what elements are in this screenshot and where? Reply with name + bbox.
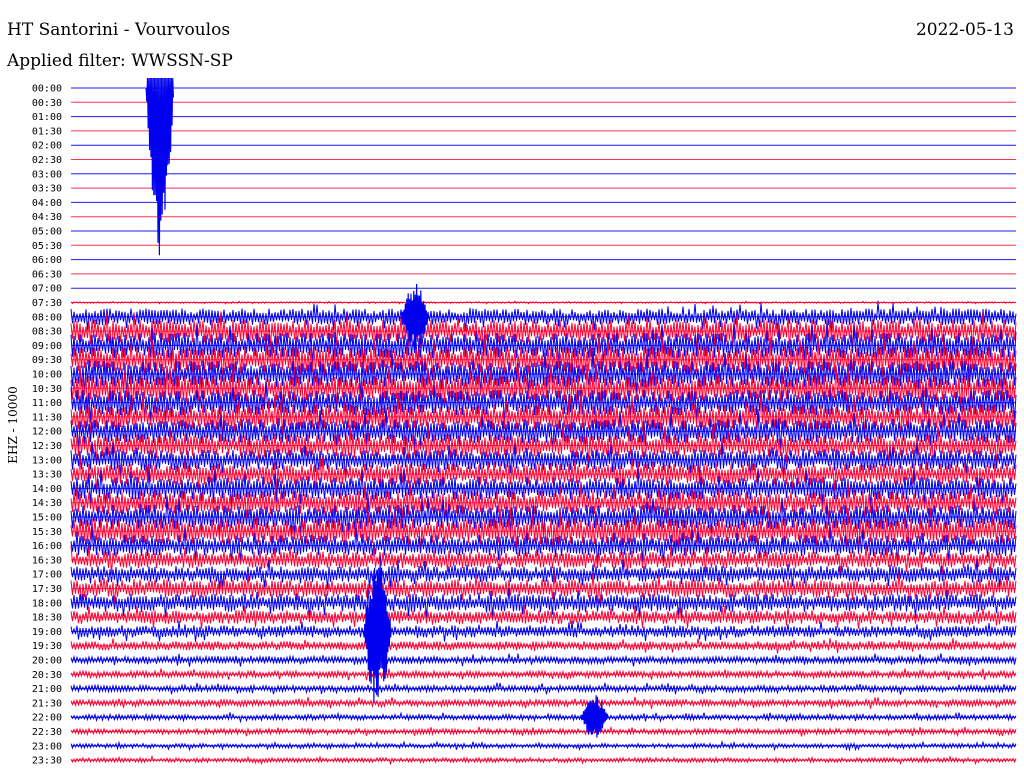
time-tick-labels: 00:00 00:30 01:00 01:30 02:00 02:30 03:00 03:30… [32,84,62,767]
tick-label: 03:00 [32,169,62,180]
tick-label: 20:00 [32,656,62,667]
tick-label: 00:30 [32,98,62,109]
tick-label: 13:00 [32,455,62,466]
tick-label: 14:00 [32,484,62,495]
tick-label: 08:00 [32,312,62,323]
tick-label: 22:00 [32,713,62,724]
tick-label: 09:00 [32,341,62,352]
tick-label: 20:30 [32,670,62,681]
tick-label: 15:30 [32,527,62,538]
tick-label: 16:00 [32,541,62,552]
tick-label: 08:30 [32,327,62,338]
tick-label: 22:30 [32,727,62,738]
tick-label: 14:30 [32,498,62,509]
tick-label: 12:30 [32,441,62,452]
tick-label: 06:30 [32,269,62,280]
tick-label: 11:00 [32,398,62,409]
tick-label: 10:30 [32,384,62,395]
tick-label: 09:30 [32,355,62,366]
tick-label: 23:00 [32,741,62,752]
seismic-event [362,556,392,703]
tick-label: 15:00 [32,513,62,524]
tick-label: 02:00 [32,141,62,152]
tick-label: 17:00 [32,570,62,581]
tick-label: 18:30 [32,613,62,624]
tick-label: 07:00 [32,284,62,295]
tick-label: 05:00 [32,227,62,238]
tick-label: 06:00 [32,255,62,266]
tick-label: 12:00 [32,427,62,438]
seismic-event [145,77,174,256]
tick-label: 17:30 [32,584,62,595]
seismic-trace [70,300,1017,305]
tick-label: 16:30 [32,555,62,566]
tick-label: 13:30 [32,470,62,481]
tick-label: 04:30 [32,212,62,223]
helicorder-plot: 00:00 00:30 01:00 01:30 02:00 02:30 03:00 03:30… [32,77,1017,767]
tick-label: 19:00 [32,627,62,638]
tick-label: 07:30 [32,298,62,309]
seismic-trace [70,682,1017,695]
tick-label: 02:30 [32,155,62,166]
tick-label: 01:00 [32,112,62,123]
tick-label: 00:00 [32,84,62,95]
tick-label: 21:00 [32,684,62,695]
tick-label: 05:30 [32,241,62,252]
seismic-traces [70,77,1017,766]
tick-label: 19:30 [32,641,62,652]
tick-label: 03:30 [32,184,62,195]
seismic-trace [70,653,1017,667]
tick-label: 21:30 [32,698,62,709]
tick-label: 04:00 [32,198,62,209]
tick-label: 23:30 [32,756,62,767]
tick-label: 11:30 [32,412,62,423]
tick-label: 10:00 [32,370,62,381]
tick-label: 18:00 [32,598,62,609]
tick-label: 01:30 [32,126,62,137]
